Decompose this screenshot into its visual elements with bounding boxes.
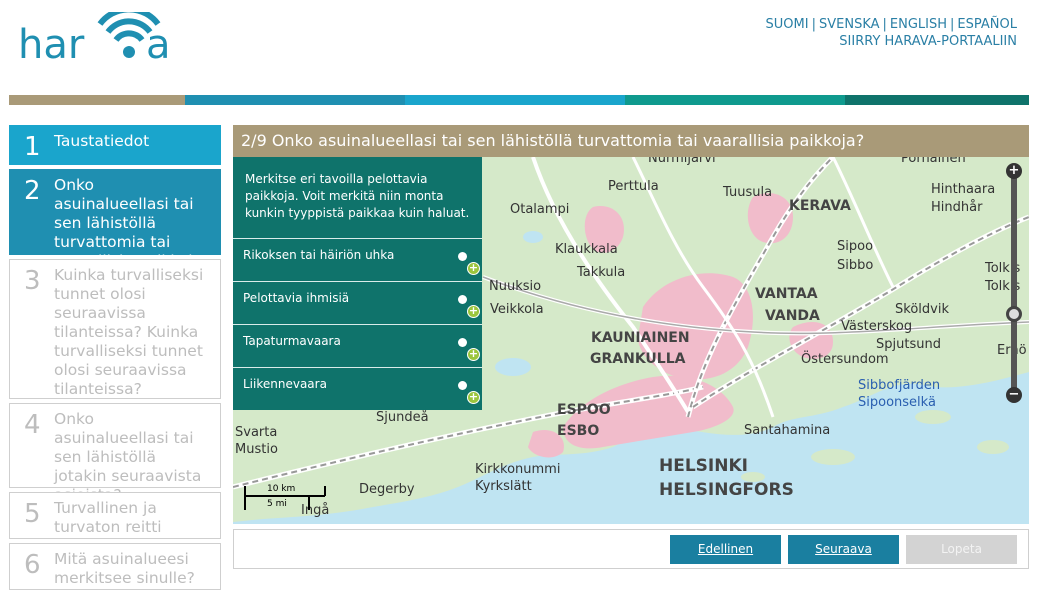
category-label: Pelottavia ihmisiä	[243, 291, 350, 305]
map-label-santahamina: Santahamina	[744, 423, 831, 438]
previous-button[interactable]: Edellinen	[670, 535, 781, 564]
lang-espanol-link[interactable]: ESPAÑOL	[957, 17, 1017, 32]
map-label-sipoo: Sipoo	[837, 239, 874, 254]
map-label-sjundea: Sjundeå	[376, 410, 429, 425]
survey-page: har a SUOMI | SVENSKA | ENGLISH | ESPAÑOL SIIR…	[0, 0, 1041, 598]
zoom-slider-handle[interactable]	[1006, 306, 1022, 322]
step-2[interactable]: 2 Onko asuinalueellasi tai sen lähistöll…	[9, 169, 221, 270]
map-label-otalampi: Otalampi	[510, 202, 570, 217]
step-label: Mitä asuinalueesi merkitsee sinulle?	[54, 550, 195, 587]
step-number: 1	[24, 132, 41, 162]
step-number: 4	[24, 410, 41, 440]
map-label-hindhar: Hindhår	[931, 200, 983, 215]
map-label-veikkola: Veikkola	[490, 302, 544, 317]
finish-button: Lopeta	[906, 535, 1017, 564]
step-number: 2	[24, 176, 41, 206]
add-marker-icon[interactable]: +	[467, 348, 480, 361]
map-label-sipoonselka: Sipoonselkä	[858, 395, 936, 410]
category-label: Tapaturmavaara	[243, 334, 341, 348]
marker-dot-icon	[458, 338, 467, 347]
harava-logo[interactable]: har a	[16, 12, 191, 64]
step-sidebar: 1 Taustatiedot 2 Onko asuinalueellasi ta…	[9, 125, 221, 594]
step-3: 3 Kuinka turvalliseksi tunnet olosi seur…	[9, 259, 221, 399]
map-label-vasterskog: Västerskog	[841, 319, 913, 334]
map-label-grankulla: GRANKULLA	[590, 351, 686, 367]
lang-suomi-link[interactable]: SUOMI	[766, 17, 809, 32]
map-label-sibbo: Sibbo	[837, 258, 874, 273]
category-label: Liikennevaara	[243, 377, 327, 391]
marker-dot-icon	[458, 381, 467, 390]
map-label-ostersundom: Östersundom	[801, 352, 889, 367]
step-label: Onko asuinalueellasi tai sen lähistöllä …	[54, 410, 202, 504]
map-label-kauniainen: KAUNIAINEN	[591, 330, 690, 346]
marker-dot-icon	[458, 252, 467, 261]
map-label-nurmijarvi: Nurmijärvi	[648, 157, 716, 166]
map-label-espoo: ESPOO	[557, 402, 611, 418]
step-6: 6 Mitä asuinalueesi merkitsee sinulle?	[9, 543, 221, 590]
zoom-in-icon[interactable]: +	[1006, 163, 1022, 179]
category-crime-threat[interactable]: Rikoksen tai häiriön uhka +	[233, 238, 482, 281]
add-marker-icon[interactable]: +	[467, 305, 480, 318]
step-label: Kuinka turvalliseksi tunnet olosi seuraa…	[54, 266, 204, 398]
add-marker-icon[interactable]: +	[467, 391, 480, 404]
portal-link[interactable]: SIIRRY HARAVA-PORTAALIIN	[839, 34, 1017, 49]
map-scale: 10 km 5 mi	[243, 482, 333, 514]
question-title: 2/9 Onko asuinalueellasi tai sen lähistö…	[233, 125, 1029, 157]
map-label-kyrkslatt: Kyrkslätt	[475, 479, 532, 494]
category-label: Rikoksen tai häiriön uhka	[243, 248, 395, 262]
map-label-nuuksio: Nuuksio	[489, 279, 542, 294]
category-traffic-hazard[interactable]: Liikennevaara +	[233, 367, 482, 410]
step-4: 4 Onko asuinalueellasi tai sen lähistöll…	[9, 403, 221, 504]
map-label-perttula: Perttula	[608, 179, 659, 194]
map-label-degerby: Degerby	[359, 482, 415, 497]
step-label: Onko asuinalueellasi tai sen lähistöllä …	[54, 176, 210, 270]
language-selector: SUOMI | SVENSKA | ENGLISH | ESPAÑOL	[765, 17, 1017, 32]
map-label-klaukkala: Klaukkala	[555, 242, 618, 257]
marker-dot-icon	[458, 295, 467, 304]
scale-mi-label: 5 mi	[267, 499, 287, 509]
step-5: 5 Turvallinen ja turvaton reitti	[9, 492, 221, 539]
zoom-control: + −	[1003, 163, 1025, 403]
map-label-vantaa: VANTAA	[755, 286, 818, 302]
navigation-bar: Edellinen Seuraava Lopeta	[233, 529, 1029, 569]
lang-svenska-link[interactable]: SVENSKA	[819, 17, 880, 32]
map-label-svarta: Svarta	[235, 425, 278, 440]
map-label-skoldvik: Sköldvik	[895, 302, 949, 317]
step-number: 5	[24, 499, 41, 529]
step-number: 3	[24, 266, 41, 296]
map-label-helsinki: HELSINKI	[659, 456, 748, 476]
map-label-kirkkonummi: Kirkkonummi	[475, 462, 561, 477]
zoom-track[interactable]	[1011, 175, 1017, 393]
map-label-esbo: ESBO	[557, 423, 600, 439]
lang-english-link[interactable]: ENGLISH	[890, 17, 947, 32]
scale-km-label: 10 km	[267, 484, 296, 494]
map-label-spjutsund: Spjutsund	[876, 337, 941, 352]
svg-text:har: har	[18, 22, 85, 64]
map-label-tuusula: Tuusula	[723, 185, 773, 200]
step-label: Taustatiedot	[54, 132, 150, 150]
marker-category-panel: Merkitse eri tavoilla pelottavia paikkoj…	[233, 157, 482, 410]
panel-instruction: Merkitse eri tavoilla pelottavia paikkoj…	[245, 172, 470, 220]
zoom-out-icon[interactable]: −	[1006, 387, 1022, 403]
map-label-takkula: Takkula	[577, 265, 626, 280]
add-marker-icon[interactable]: +	[467, 262, 480, 275]
category-scary-people[interactable]: Pelottavia ihmisiä +	[233, 281, 482, 324]
map-label-vanda: VANDA	[765, 308, 820, 324]
color-band	[9, 95, 1029, 105]
map-label-helsingfors: HELSINGFORS	[659, 480, 794, 500]
step-1[interactable]: 1 Taustatiedot	[9, 125, 221, 165]
category-accident-risk[interactable]: Tapaturmavaara +	[233, 324, 482, 367]
map-label-hinthaara: Hinthaara	[931, 182, 996, 197]
next-button[interactable]: Seuraava	[788, 535, 899, 564]
map-label-mustio: Mustio	[235, 442, 278, 457]
step-label: Turvallinen ja turvaton reitti	[54, 499, 162, 536]
step-number: 6	[24, 550, 41, 580]
map-label-kerava: KERAVA	[789, 198, 851, 214]
map-label-pornainen: Pornainen	[901, 157, 966, 166]
map-label-sibbofjarden: Sibbofjärden	[858, 378, 941, 393]
